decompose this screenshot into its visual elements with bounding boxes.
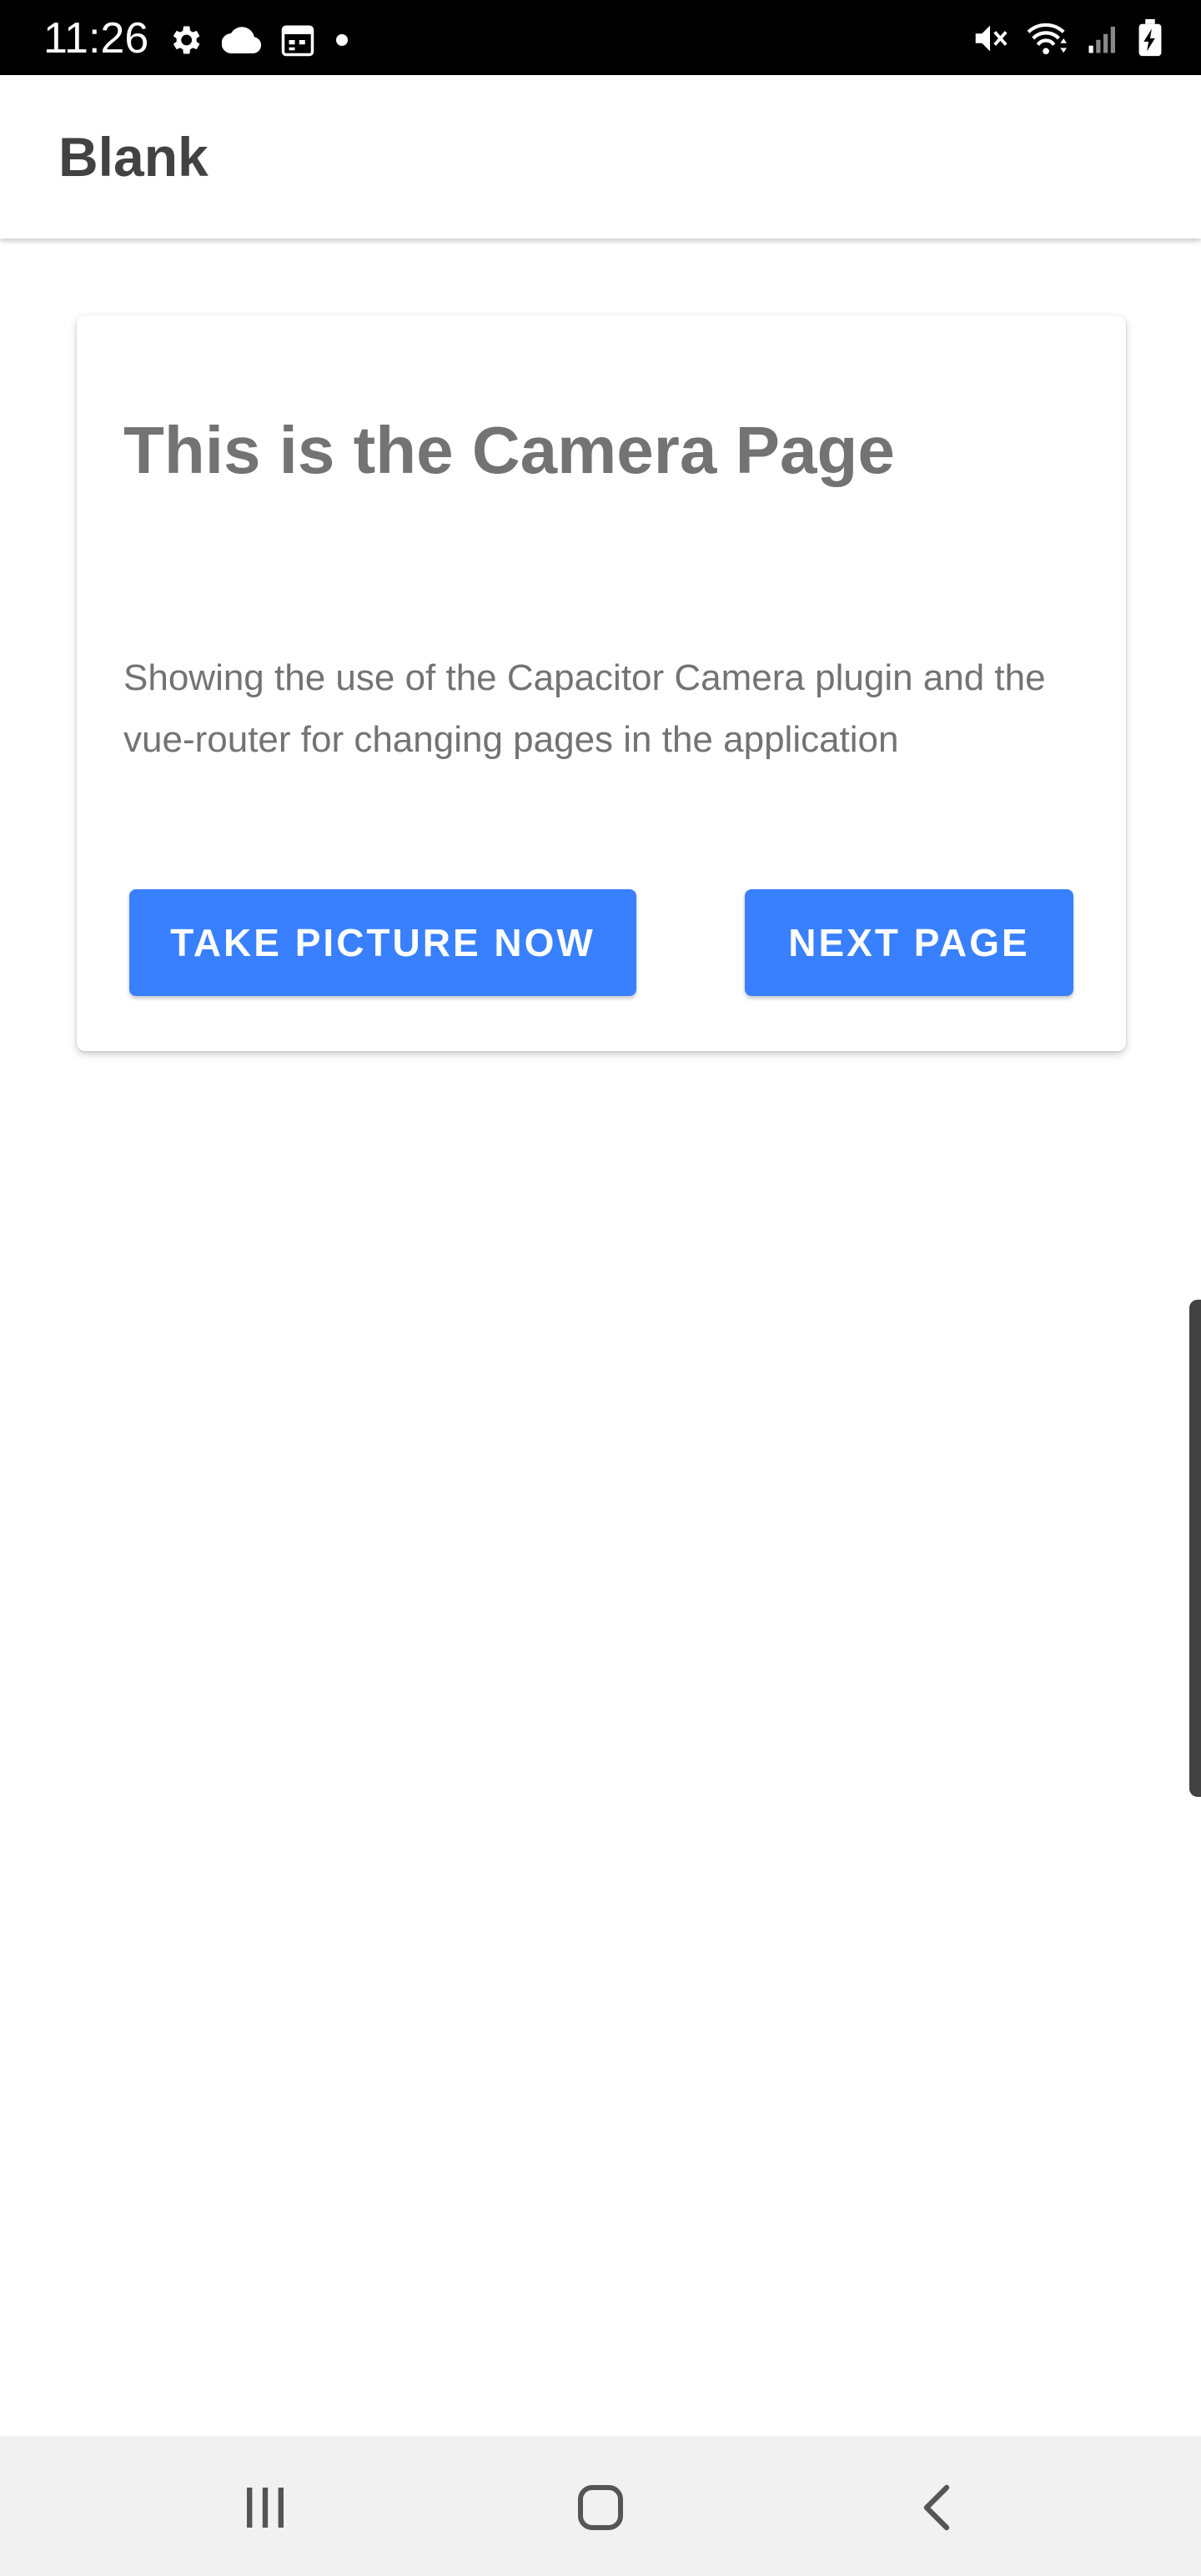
recents-icon xyxy=(240,2484,290,2535)
system-nav-bar xyxy=(0,2436,1201,2576)
camera-card: This is the Camera Page Showing the use … xyxy=(77,315,1126,1051)
dot-icon xyxy=(334,32,350,53)
page-content[interactable]: This is the Camera Page Showing the use … xyxy=(0,239,1201,2436)
battery-charging-icon xyxy=(1136,18,1164,62)
status-bar: 11:26 xyxy=(0,0,1201,75)
page-title: Blank xyxy=(58,126,209,188)
recents-button[interactable] xyxy=(232,2476,299,2543)
back-icon xyxy=(915,2483,957,2537)
status-left-icons xyxy=(167,23,350,60)
next-page-button[interactable]: NEXT PAGE xyxy=(745,889,1073,996)
edge-panel-handle[interactable] xyxy=(1189,1300,1201,1797)
home-icon xyxy=(575,2483,626,2537)
card-title: This is the Camera Page xyxy=(123,413,895,487)
cloud-icon xyxy=(221,25,262,59)
gear-icon xyxy=(167,22,204,63)
take-picture-button[interactable]: TAKE PICTURE NOW xyxy=(129,889,636,996)
app-toolbar: Blank xyxy=(0,75,1201,239)
status-time: 11:26 xyxy=(43,14,149,63)
card-description: Showing the use of the Capacitor Camera … xyxy=(123,657,1046,760)
status-right-icons xyxy=(971,18,1164,62)
mute-icon xyxy=(971,19,1009,62)
back-button[interactable] xyxy=(902,2476,969,2543)
home-button[interactable] xyxy=(567,2476,634,2543)
wifi-icon xyxy=(1024,19,1071,62)
signal-icon xyxy=(1086,21,1121,60)
calendar-icon xyxy=(280,23,315,62)
